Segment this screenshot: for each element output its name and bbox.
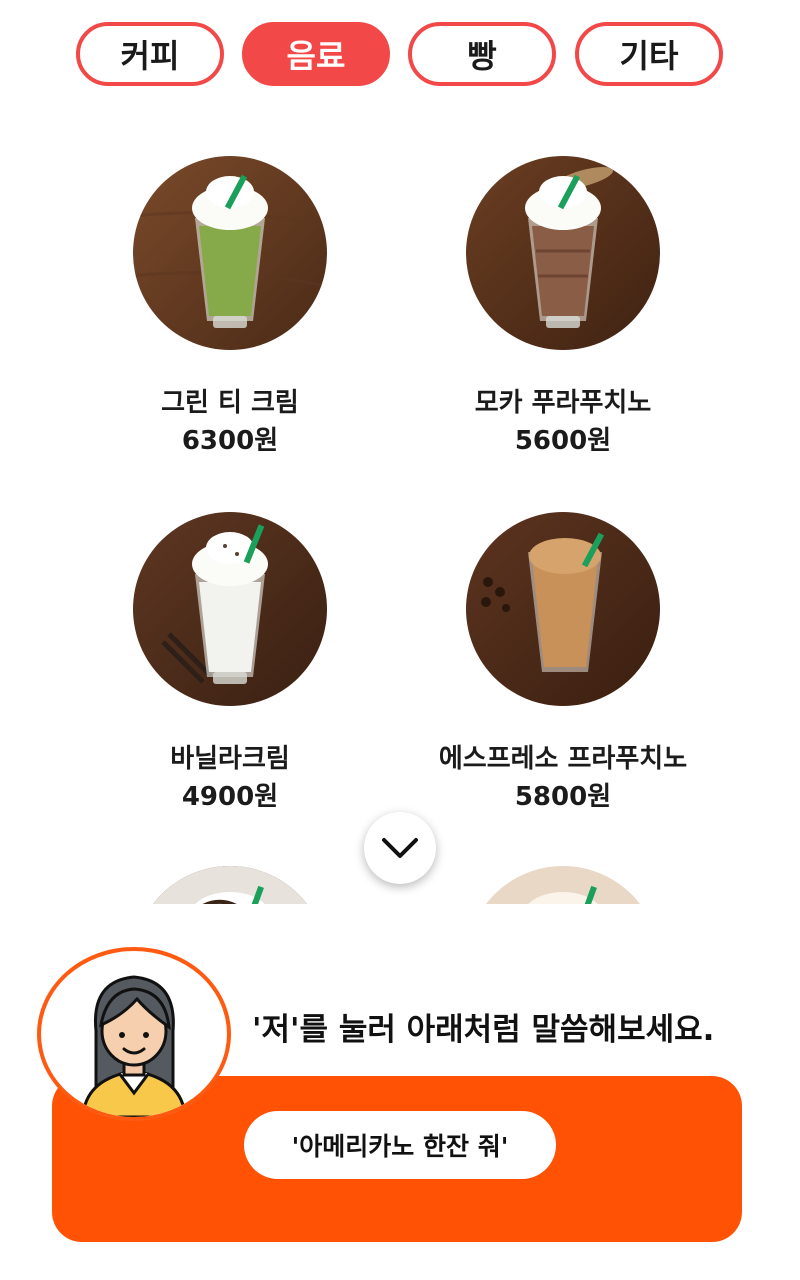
product-name: 그린 티 크림 — [161, 388, 299, 418]
espresso-frappe-image — [466, 512, 660, 706]
product-grid: 그린 티 크림 6300원 모카 푸라푸치노 5600원 바닐라크림 4900원… — [0, 156, 800, 904]
assistant-avatar-button[interactable] — [37, 947, 231, 1121]
product-image-partial — [133, 866, 327, 904]
tab-coffee[interactable]: 커피 — [76, 22, 224, 86]
tab-etc[interactable]: 기타 — [575, 22, 723, 86]
category-tabs: 커피 음료 빵 기타 — [0, 22, 800, 86]
product-card-green-tea[interactable]: 그린 티 크림 6300원 — [80, 156, 380, 456]
sample-phrase-button[interactable]: '아메리카노 한잔 줘' — [244, 1111, 556, 1179]
woman-avatar-icon — [81, 975, 187, 1117]
mocha-frappe-image — [466, 156, 660, 350]
product-name: 에스프레소 프라푸치노 — [438, 744, 688, 774]
chevron-down-icon — [382, 838, 418, 858]
product-price: 5600원 — [514, 426, 612, 456]
green-tea-frappe-image — [133, 156, 327, 350]
product-price: 5800원 — [514, 782, 612, 812]
product-price: 6300원 — [181, 426, 279, 456]
vanilla-cream-frappe-image — [133, 512, 327, 706]
assistant-hint-text: '저'를 눌러 아래처럼 말씀해보세요. — [252, 1012, 715, 1048]
tab-bread[interactable]: 빵 — [408, 22, 556, 86]
tab-beverage[interactable]: 음료 — [242, 22, 390, 86]
product-card-espresso[interactable]: 에스프레소 프라푸치노 5800원 — [413, 512, 713, 812]
product-card-mocha[interactable]: 모카 푸라푸치노 5600원 — [413, 156, 713, 456]
scroll-down-button[interactable] — [364, 812, 436, 884]
product-price: 4900원 — [181, 782, 279, 812]
product-card-vanilla-cream[interactable]: 바닐라크림 4900원 — [80, 512, 380, 812]
product-name: 바닐라크림 — [170, 744, 290, 774]
product-name: 모카 푸라푸치노 — [474, 388, 652, 418]
product-image-partial — [466, 866, 660, 904]
